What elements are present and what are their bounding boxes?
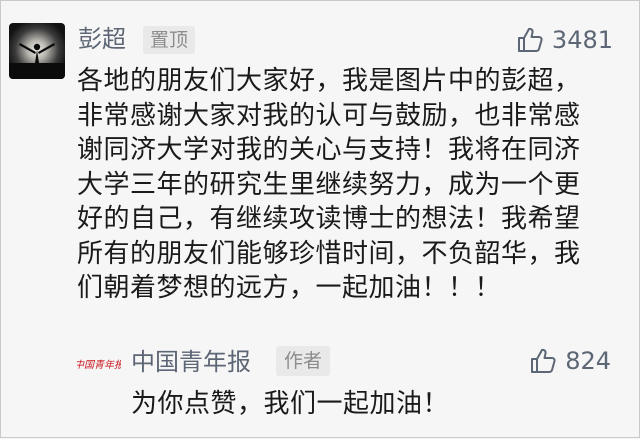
author-badge: 作者: [276, 346, 331, 376]
comment-text: 各地的朋友们大家好，我是图片中的彭超， 非常感谢大家对我的认可与鼓励，也非常感 …: [77, 64, 627, 306]
comment-text-line: 好的自己，有继续攻读博士的想法！我希望: [77, 204, 581, 234]
comment-text-line: 所有的朋友们能够珍惜时间，不负韶华，我: [77, 238, 581, 269]
reply-avatar[interactable]: 中国青年报: [74, 344, 125, 380]
comment-text-line: 各地的朋友们大家好，我是图片中的彭超，: [77, 66, 581, 96]
reply-like-button[interactable]: 824: [529, 346, 611, 376]
screenshot-frame: 彭超 置顶 3481 各地的朋友们大家好，我是图片中的彭超， 非常感谢大家对我的…: [0, 0, 640, 438]
reply-author-name[interactable]: 中国青年报: [131, 347, 251, 377]
newspaper-logo-icon: 中国青年报: [74, 359, 125, 371]
thumbs-up-icon: [529, 347, 557, 375]
comment-text-line: 非常感谢大家对我的认可与鼓励，也非常感: [77, 100, 581, 131]
comment-text-line: 们朝着梦想的远方，一起加油！！！: [77, 273, 502, 303]
comment-text-line: 大学三年的研究生里继续努力，成为一个更: [77, 169, 581, 200]
reply-like-count: 824: [565, 347, 611, 375]
comment-text-line: 谢同济大学对我的关心与支持！我将在同济: [77, 135, 581, 165]
comment-like-button[interactable]: 3481: [516, 25, 613, 55]
comment-author-name[interactable]: 彭超: [78, 23, 126, 55]
comment-like-count: 3481: [551, 26, 613, 54]
person-silhouette-icon: [9, 23, 65, 79]
reply-text: 为你点赞，我们一起加油！: [131, 389, 450, 419]
user-avatar[interactable]: [9, 23, 65, 79]
thumbs-up-icon: [516, 26, 544, 54]
pinned-badge: 置顶: [143, 26, 196, 54]
reply-logo-text: 中国青年报: [77, 359, 121, 371]
